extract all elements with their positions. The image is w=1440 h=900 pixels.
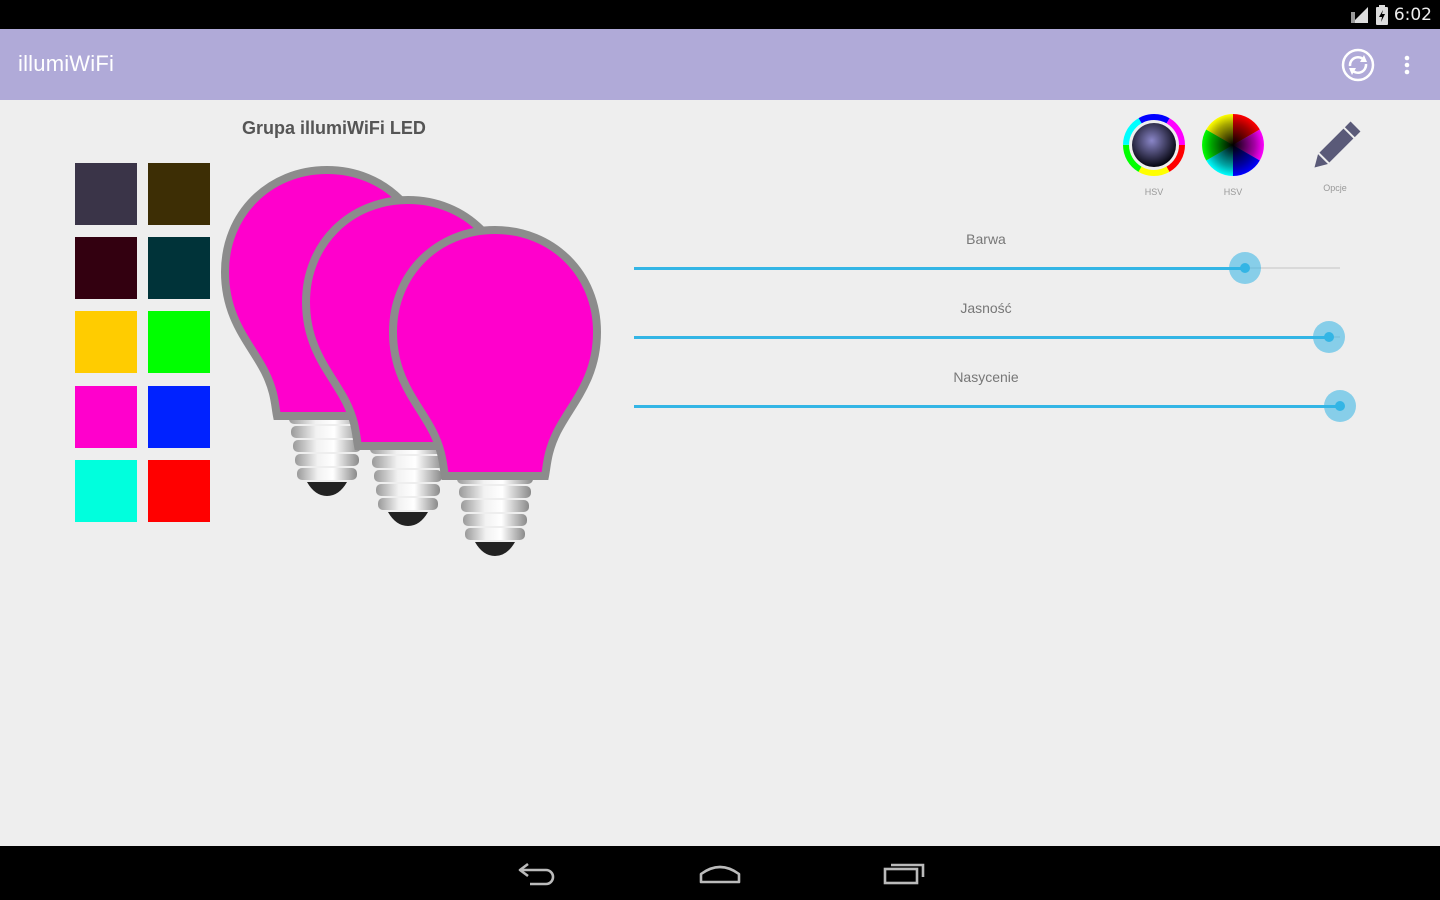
overflow-menu-button[interactable] [1395, 49, 1419, 81]
slider-fill [634, 266, 1245, 270]
hsv-wheel-picker[interactable]: HSV [1200, 112, 1266, 197]
slider-label: Nasycenie [953, 369, 1019, 385]
main-content: Grupa illumiWiFi LED HSV HSV Opcje Barwa… [0, 100, 1440, 846]
home-button[interactable] [690, 856, 750, 890]
back-icon [518, 862, 555, 886]
color-swatch[interactable] [75, 237, 137, 299]
recents-icon [883, 863, 925, 885]
slider-track[interactable] [634, 252, 1340, 284]
color-swatch[interactable] [148, 311, 210, 373]
picker-label: HSV [1144, 187, 1164, 197]
overflow-menu-icon [1404, 55, 1410, 75]
hsv-ring-picker[interactable]: HSV [1121, 112, 1187, 197]
slider-track[interactable] [634, 321, 1346, 353]
battery-icon [1375, 5, 1388, 25]
signal-icon [1350, 7, 1368, 23]
picker-label: HSV [1223, 187, 1243, 197]
status-time: 6:02 [1393, 5, 1432, 25]
color-swatch[interactable] [148, 386, 210, 448]
color-swatch[interactable] [75, 460, 137, 522]
saturation-slider: Nasycenie [630, 369, 1360, 429]
slider-fill [634, 404, 1340, 408]
app-title: illumiWiFi [18, 51, 115, 76]
status-bar: 6:02 [0, 0, 1440, 29]
pencil-icon [1314, 121, 1361, 168]
app-bar: illumiWiFi [0, 29, 1440, 100]
slider-fill [634, 335, 1330, 339]
bulb-group-image[interactable] [215, 158, 615, 558]
picker-label: Opcje [1323, 183, 1347, 193]
hue-slider: Barwa [630, 231, 1360, 291]
color-swatch[interactable] [148, 163, 210, 225]
slider-track[interactable] [634, 390, 1356, 422]
home-icon [699, 865, 741, 884]
options-button[interactable]: Opcje [1302, 116, 1368, 193]
color-swatch[interactable] [75, 311, 137, 373]
brightness-slider: Jasność [630, 300, 1360, 360]
navigation-bar [0, 846, 1440, 900]
sync-button[interactable] [1339, 46, 1377, 84]
status-icons: 6:02 [1350, 4, 1432, 26]
slider-label: Jasność [960, 300, 1012, 316]
color-swatch[interactable] [75, 163, 137, 225]
slider-thumb[interactable] [1324, 390, 1356, 422]
slider-thumb[interactable] [1313, 321, 1346, 353]
color-swatch[interactable] [148, 460, 210, 522]
recents-button[interactable] [874, 856, 934, 890]
slider-thumb[interactable] [1228, 252, 1261, 284]
back-button[interactable] [508, 856, 568, 890]
color-swatch[interactable] [148, 237, 210, 299]
color-swatch[interactable] [75, 386, 137, 448]
group-title: Grupa illumiWiFi LED [242, 118, 426, 138]
sync-icon [1341, 48, 1375, 82]
slider-label: Barwa [966, 231, 1006, 247]
hsv-wheel-icon [1202, 114, 1264, 176]
hsv-ring-icon [1123, 114, 1185, 176]
